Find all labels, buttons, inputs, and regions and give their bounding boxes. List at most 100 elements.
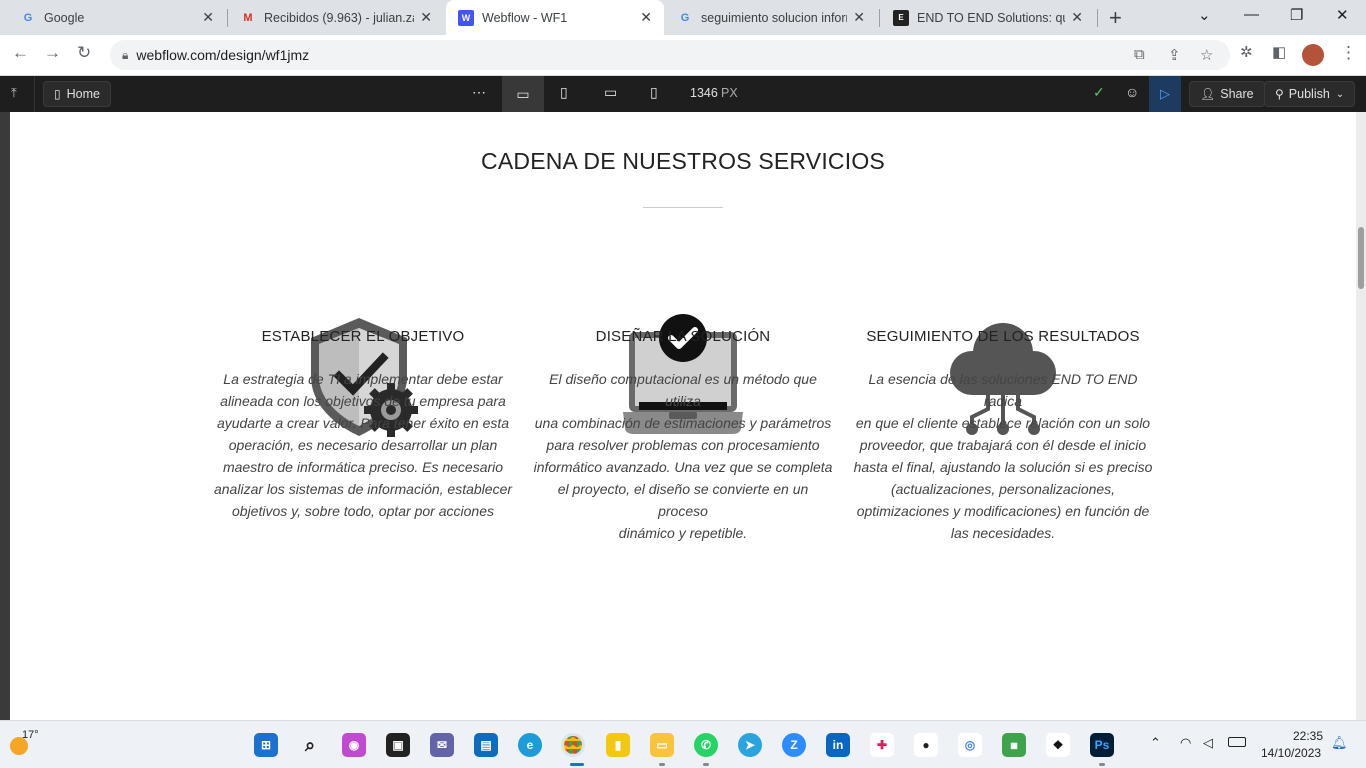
chrome-icon[interactable]: [561, 733, 585, 757]
omnibox[interactable]: 🔒︎ webflow.com/design/wf1jmz ⧉ ⇪ ☆: [110, 40, 1230, 70]
design-canvas[interactable]: CADENA DE NUESTROS SERVICIOS ESTABLECER …: [10, 112, 1356, 720]
open-external-icon[interactable]: ⧉: [1134, 46, 1145, 63]
mobile-landscape-breakpoint-icon[interactable]: ▭: [604, 84, 617, 101]
canvas-width-unit: PX: [721, 86, 738, 100]
close-icon[interactable]: ✕: [1071, 9, 1083, 26]
edge-icon[interactable]: e: [518, 733, 542, 757]
minimize-icon[interactable]: —: [1244, 6, 1259, 23]
volume-icon[interactable]: ◁: [1203, 735, 1213, 751]
mobile-portrait-breakpoint-icon[interactable]: ▯: [650, 84, 658, 101]
bookmark-star-icon[interactable]: ☆: [1200, 46, 1213, 64]
text-line: las necesidades.: [950, 525, 1056, 541]
wifi-icon[interactable]: ◠: [1180, 735, 1191, 751]
forward-arrow-icon[interactable]: →: [44, 43, 61, 63]
google-lens-icon[interactable]: ◎: [958, 733, 982, 757]
column-3-title: SEGUIMIENTO DE LOS RESULTADOS: [866, 328, 1140, 345]
url-text[interactable]: webflow.com/design/wf1jmz: [136, 47, 309, 63]
desktop-breakpoint-icon: ▭: [516, 85, 530, 102]
photoshop-icon[interactable]: Ps: [1090, 733, 1114, 757]
close-icon[interactable]: ✕: [640, 9, 652, 26]
close-icon[interactable]: ✕: [420, 9, 432, 26]
file-explorer-icon[interactable]: ▭: [650, 733, 674, 757]
canvas-scrollbar-thumb[interactable]: [1358, 227, 1364, 289]
search-icon[interactable]: ⌕: [298, 733, 322, 757]
copilot-icon[interactable]: ◉: [342, 733, 366, 757]
tab-gmail[interactable]: M Recibidos (9.963) - julian.zap ✕: [228, 0, 444, 35]
text-line: el proyecto, el diseño se convierte en u…: [557, 481, 809, 519]
teams-chat-icon[interactable]: ✉: [430, 733, 454, 757]
whatsapp-icon[interactable]: ✆: [694, 733, 718, 757]
text-line: proveedor, que trabajará con él desde el…: [859, 437, 1147, 453]
tab-title: seguimiento solucion inform: [701, 10, 848, 25]
more-options-icon[interactable]: ⋯: [472, 84, 486, 101]
app-green-icon[interactable]: ▦: [1002, 733, 1026, 757]
reload-icon[interactable]: ↻: [77, 43, 91, 63]
column-1-title: ESTABLECER EL OBJETIVO: [261, 328, 465, 345]
tablet-breakpoint-icon[interactable]: ▯: [560, 84, 568, 101]
tab-title: Recibidos (9.963) - julian.zap: [264, 10, 415, 25]
clock-date[interactable]: 14/10/2023: [1261, 746, 1321, 760]
lock-icon[interactable]: 🔒︎: [122, 48, 128, 63]
tab-google[interactable]: G Google ✕: [8, 0, 226, 35]
canvas-width-value: 1346: [690, 86, 718, 100]
comments-icon[interactable]: ☺: [1125, 84, 1139, 100]
text-line: para resolver problemas con procesamient…: [546, 437, 820, 453]
tab-webflow[interactable]: W Webflow - WF1 ✕: [446, 0, 664, 35]
navigator-collapse-icon[interactable]: ⤒: [11, 85, 17, 101]
publish-label: Publish: [1288, 87, 1330, 101]
canvas-left-gutter: [0, 112, 10, 720]
telegram-icon[interactable]: ➤: [738, 733, 762, 757]
saved-check-icon[interactable]: ✓: [1093, 84, 1105, 101]
microsoft-store-icon[interactable]: ▤: [474, 733, 498, 757]
share-label: Share: [1220, 87, 1254, 101]
breakpoint-desktop-button[interactable]: ▭: [502, 76, 544, 112]
preview-button[interactable]: ▷: [1149, 76, 1181, 112]
profile-avatar[interactable]: [1302, 44, 1324, 66]
side-panel-icon[interactable]: ◧: [1272, 43, 1286, 61]
share-button[interactable]: 👤︎ Share: [1189, 81, 1265, 107]
app-icon[interactable]: ●: [914, 733, 938, 757]
share-page-icon[interactable]: ⇪: [1168, 46, 1181, 64]
google-favicon-icon: G: [23, 11, 33, 24]
zoom-icon[interactable]: Z: [782, 733, 806, 757]
extensions-puzzle-icon[interactable]: ✲: [1240, 43, 1253, 61]
power-bi-icon[interactable]: ▮: [606, 733, 630, 757]
kebab-menu-icon[interactable]: ⋮: [1340, 43, 1357, 63]
tab-endtoend[interactable]: E END TO END Solutions: qué ✕: [881, 0, 1095, 35]
dropbox-icon[interactable]: ❖: [1046, 733, 1070, 757]
back-arrow-icon[interactable]: ←: [12, 43, 29, 63]
page-selector[interactable]: ▯ Home: [43, 81, 111, 107]
slack-icon[interactable]: ✚: [870, 733, 894, 757]
user-icon: 👤︎: [1200, 87, 1216, 101]
clock-time[interactable]: 22:35: [1293, 729, 1323, 743]
title-divider: [643, 207, 723, 208]
close-icon[interactable]: ✕: [853, 9, 865, 26]
windows-taskbar: 17° ⊞ ⌕ ◉ ▣ ✉ ▤ e ▮ ▭ ✆ ➤ Z in ✚ ● ◎ ▦ ❖…: [0, 720, 1366, 768]
address-bar-row: ← → ↻ 🔒︎ webflow.com/design/wf1jmz ⧉ ⇪ ☆…: [0, 35, 1366, 76]
section-title: CADENA DE NUESTROS SERVICIOS: [481, 148, 885, 174]
tab-search[interactable]: G seguimiento solucion inform ✕: [665, 0, 877, 35]
text-line: analizar los sistemas de información, es…: [213, 481, 513, 497]
windows-start-icon[interactable]: ⊞: [254, 733, 278, 757]
close-window-icon[interactable]: ✕: [1336, 6, 1349, 24]
running-indicator: [1099, 763, 1105, 766]
text-line: maestro de informática preciso. Es neces…: [222, 459, 504, 475]
tab-search-chevron-icon[interactable]: ⌄: [1198, 6, 1211, 24]
text-line: El diseño computacional es un método que…: [549, 371, 817, 409]
webflow-favicon-icon: W: [458, 9, 474, 26]
restore-icon[interactable]: ❐: [1290, 6, 1303, 24]
task-view-icon[interactable]: ▣: [386, 733, 410, 757]
chevron-up-icon[interactable]: ⌃: [1150, 735, 1161, 751]
gmail-favicon-icon: M: [243, 11, 253, 24]
text-line: (actualizaciones, personalizaciones,: [890, 481, 1116, 497]
battery-icon[interactable]: [1228, 737, 1246, 747]
column-2-title: DISEÑAR LA SOLUCIÓN: [595, 328, 771, 345]
linkedin-icon[interactable]: in: [826, 733, 850, 757]
new-tab-plus-icon[interactable]: +: [1109, 5, 1122, 31]
weather-temp[interactable]: 17°: [22, 729, 39, 741]
close-icon[interactable]: ✕: [202, 9, 214, 26]
publish-button[interactable]: ⚲ Publish ⌄: [1264, 81, 1356, 107]
canvas-scrollbar-track[interactable]: [1356, 112, 1366, 720]
notification-bell-icon[interactable]: 🔔︎: [1331, 735, 1348, 751]
chrome-ring-icon: [564, 736, 582, 754]
